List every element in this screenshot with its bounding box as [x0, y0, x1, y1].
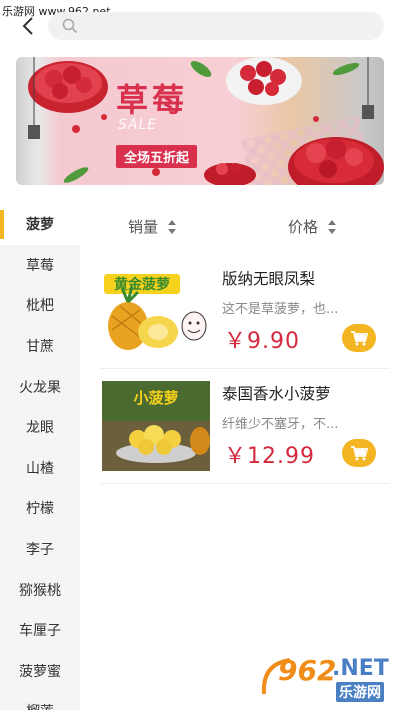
add-to-cart-button[interactable] — [342, 439, 376, 467]
product-description: 这不是草菠萝，也... — [222, 302, 339, 317]
product-thumbnail[interactable]: 黄金菠萝 — [102, 266, 210, 356]
category-item[interactable]: 甘蔗 — [0, 326, 80, 367]
category-item[interactable]: 车厘子 — [0, 610, 80, 651]
category-item-active[interactable]: 菠萝 — [0, 204, 80, 245]
category-item[interactable]: 柠檬 — [0, 488, 80, 529]
banner-decorations — [28, 57, 384, 185]
search-input[interactable] — [86, 12, 370, 42]
site-watermark: 962 .NET 乐游网 — [260, 654, 390, 702]
product-thumbnail[interactable]: 小菠萝 — [102, 381, 210, 471]
product-name[interactable]: 泰国香水小菠萝 — [222, 382, 331, 404]
sort-by-sales[interactable]: 销量 — [128, 216, 177, 237]
banner-subtitle: SALE — [118, 117, 158, 133]
product-price: ￥9.90 — [224, 329, 300, 354]
watermark-site-name: 乐游网 — [336, 682, 384, 702]
cart-icon — [351, 331, 368, 346]
category-item[interactable]: 山楂 — [0, 448, 80, 489]
pineapple-image: 小菠萝 — [102, 381, 210, 471]
product-price: ￥12.99 — [224, 444, 315, 469]
thumb-label: 小菠萝 — [133, 389, 178, 407]
category-item[interactable]: 火龙果 — [0, 366, 80, 407]
category-sidebar: 菠萝 草莓 枇杷 甘蔗 火龙果 龙眼 山楂 柠檬 李子 猕猴桃 车厘子 菠萝蜜 … — [0, 204, 80, 710]
category-item[interactable]: 枇杷 — [0, 285, 80, 326]
product-description: 纤维少不塞牙，不... — [222, 417, 339, 432]
category-item[interactable]: 龙眼 — [0, 407, 80, 448]
sort-sales-label: 销量 — [128, 218, 159, 236]
search-icon — [62, 18, 78, 34]
watermark-domain: .NET — [332, 656, 389, 681]
product-card[interactable]: 小菠萝 泰国香水小菠萝 纤维少不塞牙，不... ￥12.99 — [100, 369, 390, 484]
product-list: 黄金菠萝 版纳无眼凤梨 这不是草菠萝，也... ￥9.90 小菠萝 泰国香水小菠… — [100, 254, 390, 484]
back-button[interactable] — [16, 14, 40, 38]
category-item[interactable]: 榴莲 — [0, 691, 80, 710]
chevron-left-icon — [22, 17, 33, 35]
product-card[interactable]: 黄金菠萝 版纳无眼凤梨 这不是草菠萝，也... ￥9.90 — [100, 254, 390, 369]
category-item[interactable]: 草莓 — [0, 245, 80, 286]
category-item[interactable]: 菠萝蜜 — [0, 651, 80, 692]
sort-arrows-icon — [328, 219, 337, 234]
category-item[interactable]: 李子 — [0, 529, 80, 570]
top-bar — [0, 0, 400, 50]
banner-title: 草莓 — [116, 81, 189, 119]
sort-arrows-icon — [168, 219, 177, 234]
banner-promo: 全场五折起 — [116, 145, 198, 168]
sort-price-label: 价格 — [288, 218, 319, 236]
category-item[interactable]: 猕猴桃 — [0, 569, 80, 610]
cart-icon — [351, 446, 368, 461]
product-name[interactable]: 版纳无眼凤梨 — [222, 267, 315, 289]
search-bar[interactable] — [48, 12, 384, 42]
promo-banner[interactable]: 草莓 SALE 全场五折起 — [16, 57, 384, 185]
pineapple-image: 黄金菠萝 — [102, 266, 210, 356]
add-to-cart-button[interactable] — [342, 324, 376, 352]
sort-bar: 销量 价格 — [80, 204, 400, 248]
watermark-number: 962 — [278, 654, 337, 687]
sort-by-price[interactable]: 价格 — [288, 216, 337, 237]
